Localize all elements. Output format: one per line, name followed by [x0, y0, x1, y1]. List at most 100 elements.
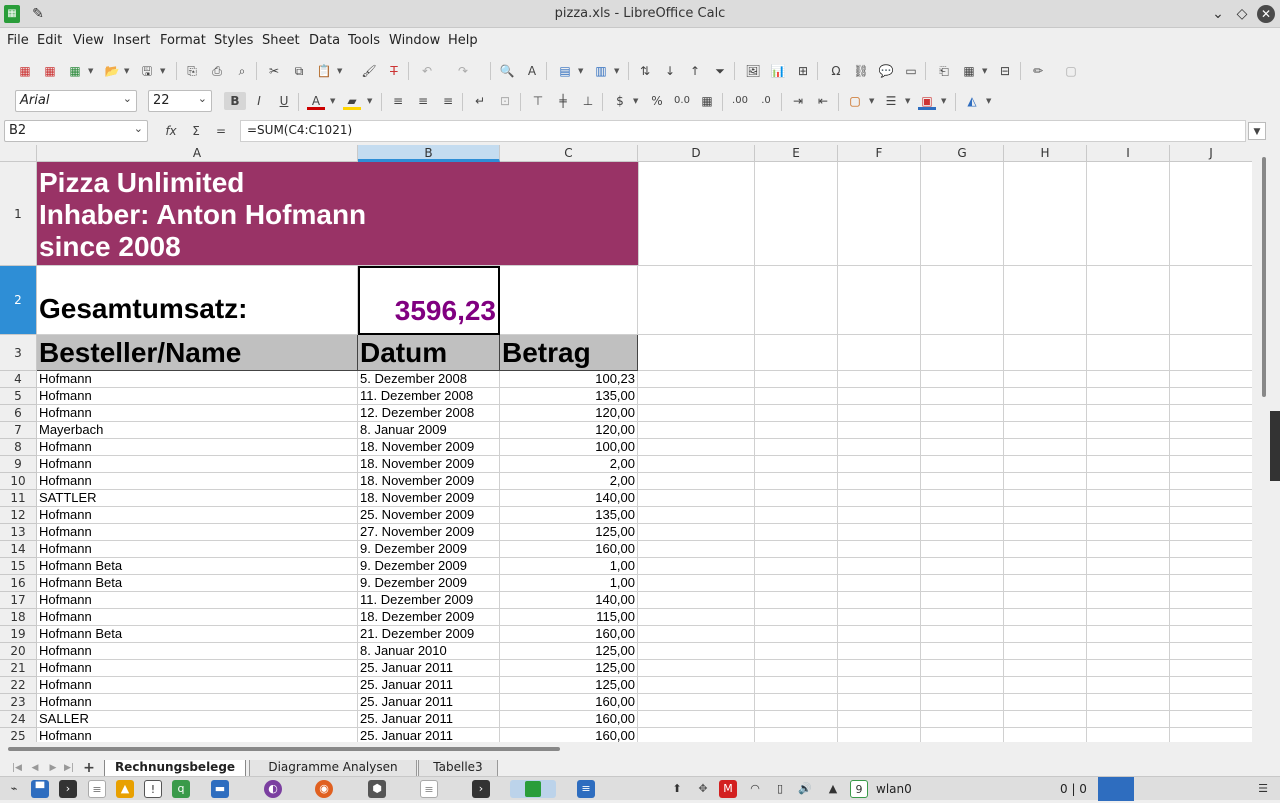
column-icon[interactable]: ▥	[592, 62, 610, 80]
empty-cell[interactable]	[921, 677, 1004, 694]
cell-name[interactable]: Hofmann	[37, 439, 358, 456]
empty-cell[interactable]	[838, 660, 921, 677]
empty-cell[interactable]	[638, 558, 755, 575]
empty-cell[interactable]	[1087, 507, 1170, 524]
row-header[interactable]: 17	[0, 592, 37, 609]
empty-cell[interactable]	[1170, 473, 1252, 490]
info-icon[interactable]: !	[144, 780, 162, 798]
cell-name[interactable]: Hofmann	[37, 371, 358, 388]
cell-date[interactable]: 8. Januar 2009	[358, 422, 500, 439]
vertical-scroll-thumb[interactable]	[1262, 157, 1266, 397]
empty-cell[interactable]	[838, 728, 921, 742]
name-box[interactable]: B2 ⌄	[4, 120, 148, 142]
empty-cell[interactable]	[1087, 490, 1170, 507]
empty-cell[interactable]	[1087, 405, 1170, 422]
upload-icon[interactable]: ⬆	[668, 780, 686, 798]
cell-name[interactable]: Hofmann	[37, 643, 358, 660]
empty-cell[interactable]	[755, 711, 838, 728]
cell-name[interactable]: Hofmann	[37, 473, 358, 490]
empty-cell[interactable]	[838, 388, 921, 405]
empty-cell[interactable]	[921, 456, 1004, 473]
empty-cell[interactable]	[838, 439, 921, 456]
cell-date[interactable]: 18. November 2009	[358, 456, 500, 473]
cell-date[interactable]: 18. November 2009	[358, 439, 500, 456]
empty-cell[interactable]	[638, 711, 755, 728]
cell-name[interactable]: Hofmann	[37, 388, 358, 405]
empty-cell[interactable]	[1170, 490, 1252, 507]
cell-date[interactable]: 12. Dezember 2008	[358, 405, 500, 422]
empty-cell[interactable]	[838, 335, 921, 371]
qt-icon[interactable]: q	[172, 780, 190, 798]
menu-insert[interactable]: Insert	[113, 33, 150, 48]
empty-cell[interactable]	[638, 371, 755, 388]
cell-amount[interactable]: 160,00	[500, 694, 638, 711]
font-color-icon[interactable]: A	[307, 92, 325, 110]
cell-amount[interactable]: 2,00	[500, 473, 638, 490]
empty-cell[interactable]	[1087, 626, 1170, 643]
column-header-j[interactable]: J	[1170, 145, 1252, 162]
empty-cell[interactable]	[838, 422, 921, 439]
freeze-rows-columns-icon[interactable]: ▦	[960, 62, 978, 80]
cell-name[interactable]: Hofmann Beta	[37, 626, 358, 643]
empty-cell[interactable]	[838, 162, 921, 266]
cell-amount[interactable]: 120,00	[500, 405, 638, 422]
cell-amount[interactable]: 140,00	[500, 592, 638, 609]
cell-name[interactable]: Hofmann	[37, 592, 358, 609]
empty-cell[interactable]	[921, 541, 1004, 558]
cell-amount[interactable]: 125,00	[500, 677, 638, 694]
row-header[interactable]: 18	[0, 609, 37, 626]
empty-cell[interactable]	[638, 439, 755, 456]
italic-button[interactable]: I	[250, 92, 268, 110]
conditional-format-icon[interactable]: ◭	[963, 92, 981, 110]
sort-descending-icon[interactable]: ↑	[686, 62, 704, 80]
empty-cell[interactable]	[755, 335, 838, 371]
empty-cell[interactable]	[755, 694, 838, 711]
row-header[interactable]: 6	[0, 405, 37, 422]
cell-amount[interactable]: 120,00	[500, 422, 638, 439]
last-sheet-icon[interactable]: ▶|	[60, 759, 78, 777]
empty-cell[interactable]	[921, 626, 1004, 643]
show-draw-functions-icon[interactable]: ✏	[1029, 62, 1047, 80]
sheet-tab-rechnungsbelege[interactable]: Rechnungsbelege	[104, 760, 246, 777]
empty-cell[interactable]	[1170, 643, 1252, 660]
row-header[interactable]: 9	[0, 456, 37, 473]
menu-styles[interactable]: Styles	[214, 33, 253, 48]
total-value-cell[interactable]: 3596,23	[358, 266, 500, 335]
empty-cell[interactable]	[755, 162, 838, 266]
empty-cell[interactable]	[1087, 694, 1170, 711]
new-template-icon[interactable]: ▦	[41, 62, 59, 80]
empty-cell[interactable]	[921, 507, 1004, 524]
empty-cell[interactable]	[638, 456, 755, 473]
empty-cell[interactable]	[1170, 558, 1252, 575]
maximize-button[interactable]: ◇	[1232, 4, 1252, 24]
cell-date[interactable]: 25. Januar 2011	[358, 711, 500, 728]
new-sheet-icon[interactable]: ▦	[16, 62, 34, 80]
row-icon[interactable]: ▤	[556, 62, 574, 80]
empty-cell[interactable]	[921, 490, 1004, 507]
terminal-icon[interactable]: ›	[59, 780, 77, 798]
cell-amount[interactable]: 100,00	[500, 439, 638, 456]
folder-icon[interactable]: ▬	[211, 780, 229, 798]
sum-icon[interactable]: Σ	[187, 122, 205, 140]
row-header[interactable]: 19	[0, 626, 37, 643]
empty-cell[interactable]	[755, 473, 838, 490]
row-dropdown-icon[interactable]: ▼	[578, 62, 586, 80]
empty-cell[interactable]	[838, 371, 921, 388]
find-replace-icon[interactable]: 🔍	[498, 62, 516, 80]
cell-date[interactable]: 8. Januar 2010	[358, 643, 500, 660]
formula-input[interactable]: =SUM(C4:C1021)	[240, 120, 1246, 142]
delete-decimal-icon[interactable]: .0	[757, 92, 775, 110]
align-left-icon[interactable]: ≡	[389, 92, 407, 110]
empty-cell[interactable]	[1170, 609, 1252, 626]
cell-date[interactable]: 25. Januar 2011	[358, 694, 500, 711]
empty-cell[interactable]	[500, 266, 638, 335]
empty-cell[interactable]	[1004, 660, 1087, 677]
title-cell[interactable]: Pizza Unlimited Inhaber: Anton Hofmann sin…	[37, 162, 639, 266]
freeze-dropdown-icon[interactable]: ▼	[982, 62, 990, 80]
empty-cell[interactable]	[1004, 524, 1087, 541]
menu-icon[interactable]: ☰	[1254, 780, 1272, 798]
sidebar-toggle-handle[interactable]	[1270, 411, 1280, 481]
empty-cell[interactable]	[1170, 677, 1252, 694]
cell-date[interactable]: 11. Dezember 2008	[358, 388, 500, 405]
empty-cell[interactable]	[1087, 456, 1170, 473]
